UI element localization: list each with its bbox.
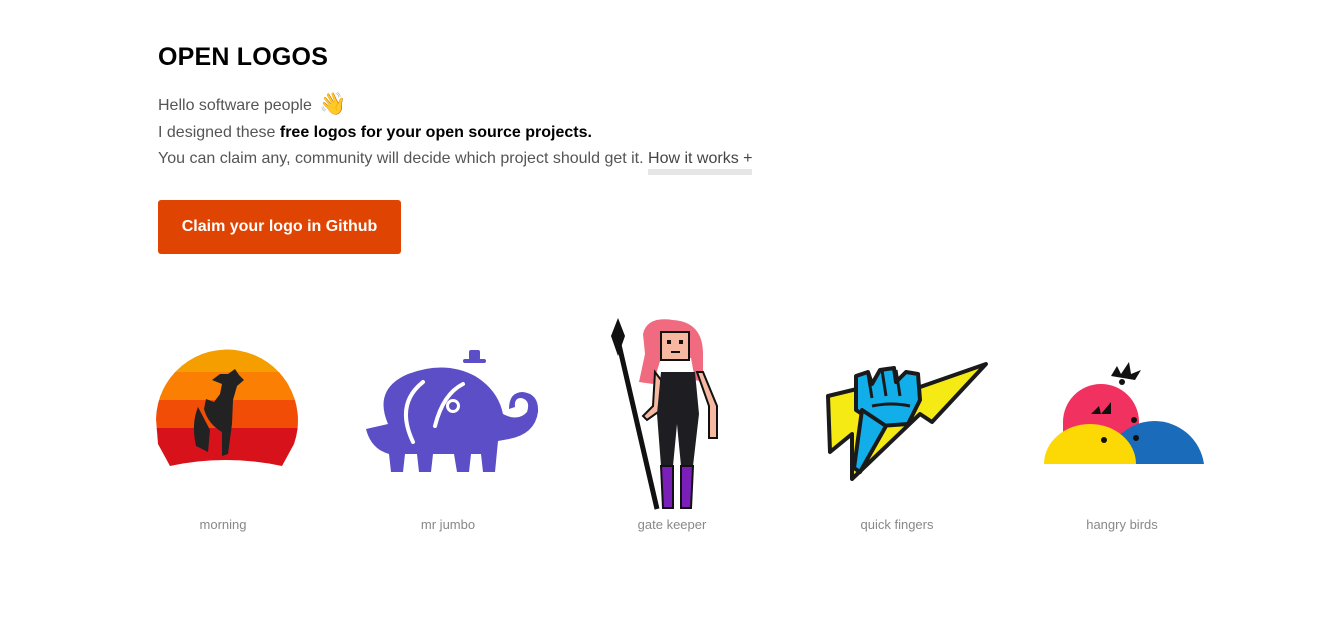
- intro-line-greeting: Hello software people 👋: [158, 93, 752, 120]
- how-it-works-link[interactable]: How it works +: [648, 150, 753, 175]
- intro-line-description: I designed these free logos for your ope…: [158, 120, 752, 147]
- fist-lightning-icon: [826, 362, 988, 481]
- rooster-sunrise-icon: [156, 349, 298, 466]
- page-title: OPEN LOGOS: [158, 43, 329, 71]
- logo-caption: hangry birds: [1086, 517, 1158, 532]
- warrior-with-spear-icon: [611, 318, 718, 510]
- page: OPEN LOGOS Hello software people 👋 I des…: [0, 0, 1344, 621]
- logo-caption: gate keeper: [637, 517, 707, 532]
- claim-logo-button[interactable]: Claim your logo in Github: [158, 200, 401, 254]
- description-highlight: free logos for your open source projects…: [279, 123, 592, 141]
- greeting-text: Hello software people: [158, 97, 312, 114]
- description-prefix: I designed these: [158, 123, 280, 141]
- intro-text: Hello software people 👋 I designed these…: [158, 93, 753, 175]
- logo-caption: morning: [199, 517, 247, 532]
- logo-card-gate-keeper[interactable]: gate keeper: [557, 314, 787, 538]
- intro-line-claim: You can claim any, community will decide…: [158, 146, 753, 175]
- logo-caption: mr jumbo: [420, 517, 476, 532]
- angry-birds-icon: [1044, 362, 1204, 464]
- logo-card-quick-fingers[interactable]: quick fingers: [782, 314, 1012, 538]
- claim-text: You can claim any, community will decide…: [158, 150, 649, 167]
- logo-card-mr-jumbo[interactable]: mr jumbo: [333, 314, 563, 538]
- logo-card-morning[interactable]: morning: [108, 314, 338, 538]
- elephant-icon: [366, 350, 539, 472]
- waving-hand-icon: 👋: [319, 91, 347, 116]
- logo-card-hangry-birds[interactable]: hangry birds: [1007, 314, 1237, 538]
- logo-caption: quick fingers: [860, 517, 934, 532]
